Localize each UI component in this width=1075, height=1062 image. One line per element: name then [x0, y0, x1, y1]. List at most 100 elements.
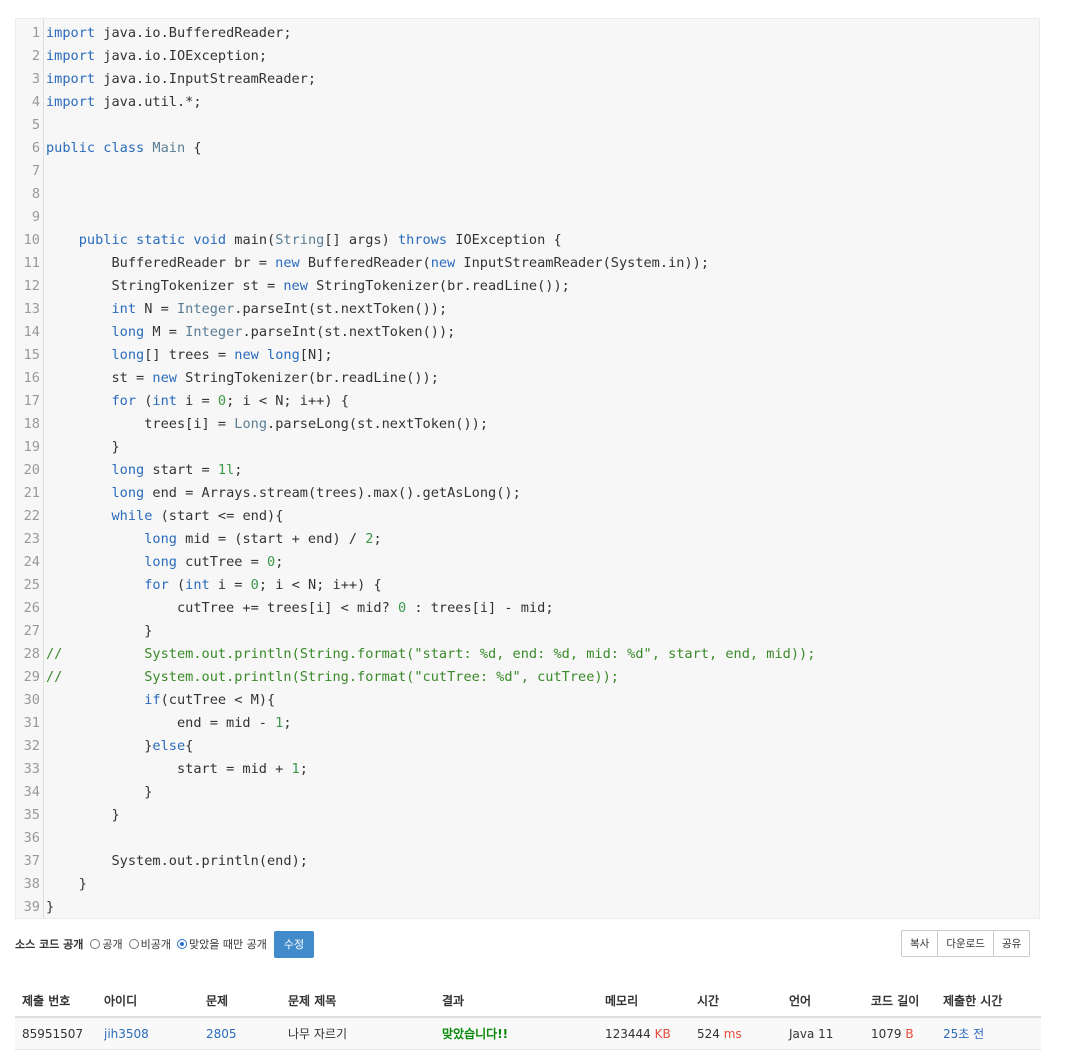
code-text: System.out.println(end); [46, 853, 308, 869]
code-text: } [46, 899, 55, 915]
code-text: } [111, 439, 120, 455]
line-number: 31 [23, 715, 40, 731]
code-line: 18 trees[i] = Long.parseLong(st.nextToke… [16, 413, 1039, 436]
line-number: 27 [23, 623, 40, 639]
col-result: 결과 [435, 985, 598, 1018]
code-action-buttons: 복사 다운로드 공유 [901, 930, 1031, 957]
submitted-time-link[interactable]: 25초 전 [943, 1027, 984, 1041]
code-text: public static void main(String[] args) t… [78, 232, 562, 248]
code-line: 15 long[] trees = new long[N]; [16, 344, 1039, 367]
line-number: 35 [23, 807, 40, 823]
copy-button[interactable]: 복사 [901, 930, 939, 957]
code-line: 12 StringTokenizer st = new StringTokeni… [16, 275, 1039, 298]
line-number: 24 [23, 554, 40, 570]
code-line: 35 } [16, 804, 1039, 827]
memory-unit: KB [654, 1026, 671, 1041]
line-number: 5 [31, 117, 40, 133]
code-text: st = new StringTokenizer(br.readLine()); [46, 370, 439, 386]
code-text: } [111, 807, 120, 823]
code-text: import java.io.BufferedReader; [46, 25, 292, 41]
user-link[interactable]: jih3508 [104, 1027, 149, 1041]
radio-accepted-only[interactable] [177, 939, 188, 949]
code-line: 14 long M = Integer.parseInt(st.nextToke… [16, 321, 1039, 344]
line-number: 1 [31, 25, 40, 41]
code-text: while (start <= end){ [111, 508, 284, 524]
code-text: for (int i = 0; i < N; i++) { [144, 577, 382, 593]
cell-time: 524 ms [690, 1017, 782, 1050]
line-number: 17 [23, 393, 40, 409]
line-number: 37 [23, 853, 40, 869]
col-time: 시간 [690, 985, 782, 1018]
col-memory: 메모리 [598, 985, 690, 1018]
code-line: 7 [16, 160, 1039, 183]
source-code-viewer[interactable]: 1 import java.io.BufferedReader; 2 import j… [15, 18, 1040, 919]
code-line: 27 } [16, 620, 1039, 643]
code-line: 31 end = mid - 1; [16, 712, 1039, 735]
radio-private-label: 비공개 [140, 938, 172, 951]
cell-problem-title: 나무 자르기 [281, 1017, 435, 1050]
code-text: long mid = (start + end) / 2; [144, 531, 382, 547]
line-number: 36 [23, 830, 40, 846]
code-line: 26 cutTree += trees[i] < mid? 0 : trees[… [16, 597, 1039, 620]
code-length-unit: B [905, 1026, 914, 1041]
code-text: import java.util.*; [46, 94, 202, 110]
code-text: }else{ [144, 738, 194, 754]
code-line: 32 }else{ [16, 735, 1039, 758]
code-text: } [144, 623, 153, 639]
radio-public-label: 공개 [102, 938, 123, 951]
edit-button[interactable]: 수정 [273, 930, 315, 958]
download-button[interactable]: 다운로드 [937, 930, 994, 957]
col-problem: 문제 [199, 985, 281, 1018]
line-number: 7 [31, 163, 40, 179]
line-number: 11 [23, 255, 40, 271]
line-number: 20 [23, 462, 40, 478]
code-line: 11 BufferedReader br = new BufferedReade… [16, 252, 1039, 275]
line-number: 23 [23, 531, 40, 547]
line-number: 6 [31, 140, 40, 156]
radio-private[interactable] [128, 939, 139, 949]
cell-submission-id: 85951507 [15, 1017, 97, 1050]
line-number: 34 [23, 784, 40, 800]
line-number: 12 [23, 278, 40, 294]
code-text: BufferedReader br = new BufferedReader(n… [46, 255, 709, 271]
code-line: 16 st = new StringTokenizer(br.readLine(… [16, 367, 1039, 390]
code-line: 17 for (int i = 0; i < N; i++) { [16, 390, 1039, 413]
line-number: 13 [23, 301, 40, 317]
radio-accepted-only-label: 맞았을 때만 공개 [189, 938, 267, 951]
col-problem-title: 문제 제목 [281, 985, 435, 1018]
code-line: 22 while (start <= end){ [16, 505, 1039, 528]
line-number: 22 [23, 508, 40, 524]
cell-language: Java 11 [782, 1017, 864, 1050]
code-text: cutTree += trees[i] < mid? 0 : trees[i] … [46, 600, 554, 616]
col-code-length: 코드 길이 [864, 985, 936, 1018]
code-line: 34 } [16, 781, 1039, 804]
result-accepted: 맞았습니다!! [442, 1027, 509, 1041]
table-header-row: 제출 번호 아이디 문제 문제 제목 결과 메모리 시간 언어 코드 길이 제출… [15, 985, 1041, 1018]
line-number: 39 [23, 899, 40, 915]
code-line: 24 long cutTree = 0; [16, 551, 1039, 574]
code-length-value: 1079 [871, 1026, 902, 1041]
code-line: 1 import java.io.BufferedReader; [16, 22, 1039, 45]
code-line: 39} [16, 896, 1039, 918]
code-text: for (int i = 0; i < N; i++) { [111, 393, 349, 409]
time-value: 524 [697, 1026, 720, 1041]
line-number: 21 [23, 485, 40, 501]
code-line: 30 if(cutTree < M){ [16, 689, 1039, 712]
line-number: 9 [31, 209, 40, 225]
line-number: 2 [31, 48, 40, 64]
code-text: end = mid - 1; [46, 715, 292, 731]
code-text: import java.io.IOException; [46, 48, 267, 64]
code-line: 33 start = mid + 1; [16, 758, 1039, 781]
code-line: 19 } [16, 436, 1039, 459]
radio-public[interactable] [90, 939, 101, 949]
problem-link[interactable]: 2805 [206, 1027, 237, 1041]
code-line: 23 long mid = (start + end) / 2; [16, 528, 1039, 551]
share-button[interactable]: 공유 [992, 930, 1031, 957]
line-number: 38 [23, 876, 40, 892]
code-text: long M = Integer.parseInt(st.nextToken()… [111, 324, 456, 340]
code-text: int N = Integer.parseInt(st.nextToken())… [111, 301, 448, 317]
code-line: 10 public static void main(String[] args… [16, 229, 1039, 252]
line-number: 16 [23, 370, 40, 386]
code-text: if(cutTree < M){ [144, 692, 276, 708]
line-number: 18 [23, 416, 40, 432]
